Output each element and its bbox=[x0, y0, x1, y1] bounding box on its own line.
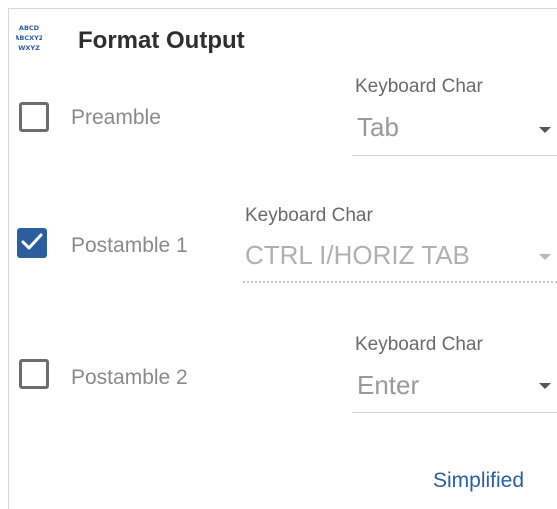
postamble-1-label: Postamble 1 bbox=[71, 234, 188, 257]
chevron-down-icon[interactable] bbox=[539, 254, 551, 260]
abc-text-format-icon: ABCD ABCXYZ WXYZ bbox=[16, 24, 42, 52]
icon-text-line: ABCXYZ bbox=[16, 34, 42, 42]
postamble-1-checkbox[interactable] bbox=[17, 228, 47, 258]
postamble-1-select-underline bbox=[243, 281, 557, 283]
chevron-down-icon[interactable] bbox=[539, 383, 551, 389]
postamble-1-select-value[interactable]: CTRL I/HORIZ TAB bbox=[245, 240, 470, 271]
postamble-2-field-label: Keyboard Char bbox=[355, 334, 483, 355]
preamble-checkbox[interactable] bbox=[19, 102, 49, 132]
panel-title: Format Output bbox=[78, 27, 245, 54]
preamble-field-label: Keyboard Char bbox=[355, 76, 483, 97]
postamble-1-field-label: Keyboard Char bbox=[245, 205, 373, 226]
icon-text-line: ABCD bbox=[19, 24, 40, 32]
preamble-select-underline bbox=[352, 155, 557, 156]
icon-text-line: WXYZ bbox=[18, 44, 40, 52]
postamble-2-select-value[interactable]: Enter bbox=[357, 370, 419, 401]
postamble-2-select-underline bbox=[352, 412, 557, 413]
chevron-down-icon[interactable] bbox=[539, 127, 551, 133]
postamble-2-label: Postamble 2 bbox=[71, 366, 188, 389]
simplified-link[interactable]: Simplified bbox=[433, 469, 524, 493]
postamble-2-checkbox[interactable] bbox=[19, 359, 49, 389]
checkmark-icon bbox=[21, 233, 43, 250]
preamble-label: Preamble bbox=[71, 106, 161, 129]
preamble-select-value[interactable]: Tab bbox=[357, 112, 399, 143]
